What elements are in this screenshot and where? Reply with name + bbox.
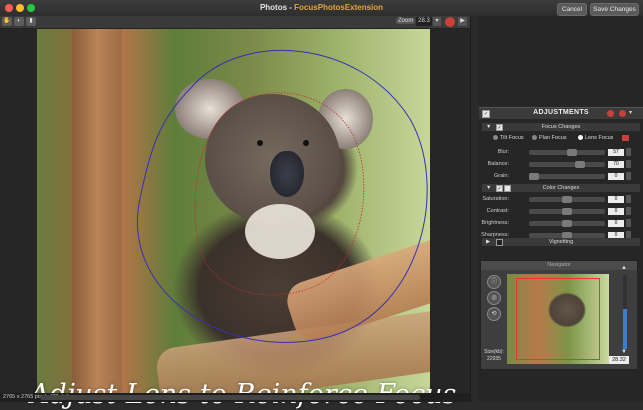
color_changes-stepper-2[interactable] — [626, 219, 631, 227]
focus_changes-stepper-0[interactable] — [626, 148, 631, 156]
color_changes-value-1[interactable]: 0 — [608, 208, 624, 215]
image-toolbar: ✋ ◐ ▮ Zoom 28.3 ▾ ▶ — [0, 16, 470, 29]
slider-knob[interactable] — [562, 220, 572, 227]
navigator-view-frame[interactable] — [516, 278, 600, 360]
size-value: 22935 — [487, 356, 501, 362]
color_changes-slider-2[interactable] — [529, 220, 605, 227]
navigator-title: Navigator — [481, 261, 637, 270]
radio-dot-icon — [532, 135, 537, 141]
lens-focus-radio[interactable]: Lens Focus — [578, 135, 613, 141]
image-canvas[interactable]: Adjust Lens to Reinforce Focus — [0, 29, 470, 410]
lens-inner-focus[interactable] — [194, 92, 365, 296]
stop-preview-button[interactable] — [445, 17, 455, 27]
navigator-zoom-slider[interactable] — [623, 275, 627, 349]
slider-knob[interactable] — [562, 208, 572, 215]
reset-icon[interactable] — [607, 110, 614, 117]
cancel-button[interactable]: Cancel — [557, 3, 587, 16]
focus-overlay[interactable] — [0, 29, 470, 393]
color_changes-slider-0[interactable] — [529, 196, 605, 203]
vignetting-header[interactable]: ▶ Vignetting — [482, 238, 640, 246]
slider-knob[interactable] — [575, 161, 586, 168]
target-icon[interactable]: ◎ — [487, 291, 501, 305]
brush-tool-icon[interactable]: ▮ — [26, 17, 36, 26]
tilt-focus-radio[interactable]: Tilt Focus — [493, 135, 524, 141]
zoom-dropdown-icon[interactable]: ▾ — [433, 17, 441, 26]
history-icon[interactable]: ⟲ — [487, 307, 501, 321]
navigator-zoom-field[interactable]: 28.32 — [609, 356, 629, 364]
horizontal-scrollbar[interactable] — [40, 395, 420, 400]
color_changes-label-0: Saturation: — [482, 196, 509, 202]
color_changes-label-2: Brightness: — [481, 220, 509, 226]
hand-tool-icon[interactable]: ✋ — [2, 17, 12, 26]
color_changes-slider-1[interactable] — [529, 208, 605, 215]
lens-color-swatch[interactable] — [622, 135, 629, 141]
color_changes-value-2[interactable]: 0 — [608, 220, 624, 227]
slider-knob[interactable] — [562, 196, 572, 203]
size-label: Size(kb): — [484, 349, 504, 355]
color-changes-title: Color Changes — [542, 185, 580, 191]
extension-name: FocusPhotosExtension — [294, 3, 384, 12]
focus_changes-slider-1[interactable] — [529, 161, 605, 168]
vignetting-title: Vignetting — [548, 239, 574, 245]
adjustments-header: ✓ ADJUSTMENTS ▾ — [479, 107, 643, 119]
focus_changes-stepper-2[interactable] — [626, 172, 631, 180]
slider-knob[interactable] — [566, 149, 577, 156]
color_changes-value-0[interactable]: 0 — [608, 196, 624, 203]
save-changes-button[interactable]: Save Changes — [590, 3, 639, 16]
plan-focus-label: Plan Focus — [539, 135, 567, 141]
lens-focus-label: Lens Focus — [585, 135, 614, 141]
radio-dot-icon — [493, 135, 498, 141]
focus_changes-stepper-1[interactable] — [626, 160, 631, 168]
plan-focus-radio[interactable]: Plan Focus — [532, 135, 567, 141]
focus_changes-slider-0[interactable] — [529, 149, 605, 156]
focus_changes-slider-2[interactable] — [529, 173, 605, 180]
play-icon[interactable]: ▶ — [458, 17, 467, 26]
radio-selected-icon — [578, 135, 583, 141]
navigator-window: Navigator ⓘ ◎ ⟲ Size(kb): 22935 ▲ ▼ 28.3… — [480, 260, 638, 370]
focus_changes-value-0[interactable]: 57 — [608, 149, 624, 156]
color_changes-stepper-0[interactable] — [626, 195, 631, 203]
focus_changes-label-2: Grain: — [494, 173, 509, 179]
focus_changes-value-2[interactable]: 0 — [608, 173, 624, 180]
zoom-slider-fill — [623, 309, 627, 349]
window-title: Photos - FocusPhotosExtension — [0, 3, 643, 12]
menu-chevron-icon[interactable]: ▾ — [629, 109, 632, 116]
lens-outer-ellipse[interactable] — [137, 49, 428, 343]
info-icon[interactable]: ⓘ — [487, 275, 501, 289]
zoom-label: Zoom — [396, 18, 416, 24]
focus_changes-value-1[interactable]: 70 — [608, 161, 624, 168]
compare-icon[interactable]: ◐ — [14, 17, 24, 26]
color_changes-label-1: Contrast: — [486, 208, 509, 214]
zoom-field[interactable]: 28.3 — [416, 17, 432, 26]
app-name: Photos — [259, 3, 288, 12]
focus-changes-header[interactable]: ▼ ✓ Focus Changes — [482, 123, 640, 131]
color_changes-stepper-1[interactable] — [626, 207, 631, 215]
zoom-out-icon[interactable]: ▼ — [621, 349, 627, 355]
preset-icon[interactable] — [619, 110, 626, 117]
slider-knob[interactable] — [529, 173, 539, 180]
focus-changes-title: Focus Changes — [541, 124, 581, 130]
tilt-focus-label: Tilt Focus — [500, 135, 524, 141]
color-changes-header[interactable]: ▼ ✓ Color Changes — [482, 184, 640, 192]
focus_changes-label-0: Blur: — [497, 149, 509, 155]
zoom-in-icon[interactable]: ▲ — [621, 265, 627, 271]
title-bar: Photos - FocusPhotosExtension Cancel Sav… — [0, 0, 643, 17]
focus_changes-label-1: Balance: — [487, 161, 509, 167]
